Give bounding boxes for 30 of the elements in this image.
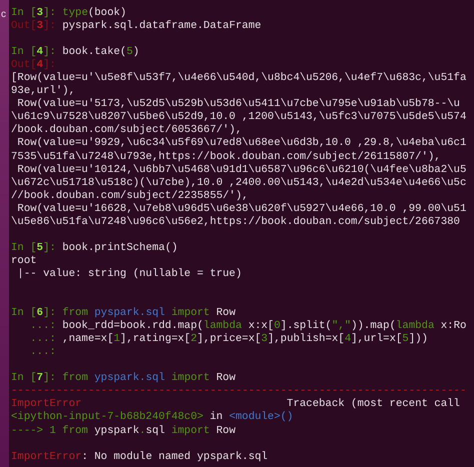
code-line: ----------------------------------------------------------------------- xyxy=(11,385,466,398)
code-line: ImportError Traceback (most recent call xyxy=(11,398,460,411)
code-line: \u5e86\u51fa\u7248\u96c6\u56e2,https://book.douban.com/subject/2667380 xyxy=(11,216,460,229)
code-line: Row(value=u'10124,\u6bb7\u5468\u91d1\u6587\u96c6\u6210(\u4fee\u8ba2\u5 xyxy=(16,164,466,177)
code-line: |-- value: string (nullable = true) xyxy=(16,268,242,281)
code-line: In [5]: book.printSchema() xyxy=(11,242,178,255)
code-line: //book.douban.com/subject/2235855/'), xyxy=(11,190,248,203)
code-line: /book.douban.com/subject/6053667/'), xyxy=(11,124,242,137)
code-line: In [3]: type(book) xyxy=(11,7,126,20)
code-line: ...: book_rdd=book.rdd.map(lambda x:x[0].split(",")).map(lambda x:Ro xyxy=(29,320,466,333)
code-line: Out[4]: xyxy=(11,59,56,72)
code-line: In [7]: from ypspark.sql import Row xyxy=(11,372,236,386)
code-line: Row(value=u'16628,\u7eb8\u96d5\u6e38\u620f\u5927\u4e66,10.0 ,99.00\u51 xyxy=(16,202,466,216)
code-line: Row(value=u'5173,\u52d5\u529b\u53d6\u5411\u7cbe\u795e\u91ab\u5b78--\u xyxy=(16,98,460,111)
code-line: Out[3]: pyspark.sql.dataframe.DataFrame xyxy=(11,20,262,34)
code-line: root xyxy=(11,254,37,268)
code-line: ...: xyxy=(29,346,56,360)
code-line: [Row(value=u'\u5e8f\u53f7,\u4e66\u540d,\u8bc4\u5206,\u4ef7\u683c,\u51fa xyxy=(11,72,466,85)
code-line: In [6]: from pyspark.sql import Row xyxy=(11,307,236,320)
code-line: 7535\u51fa\u7248\u793e,https://book.douban.com/subject/26115807/'), xyxy=(11,150,441,164)
background-window: c xyxy=(0,0,9,467)
code-line: ...: ,name=x[1],rating=x[2],price=x[3],publish=x[4],url=x[5])) xyxy=(29,333,428,346)
code-line: 93e,url'), xyxy=(11,85,76,98)
code-line: \u672c\u51718\u518c)(\u7cbe),10.0 ,2400.00\u5143,\u4e2d\u534e\u4e66\u5c xyxy=(11,176,466,190)
code-line: <ipython-input-7-b68b240f48c0> in <module>() xyxy=(11,411,294,424)
code-line: ImportError: No module named ypspark.sql xyxy=(11,450,268,464)
code-line: In [4]: book.take(5) xyxy=(11,46,140,59)
code-line: \u61c9\u7528\u8207\u5be6\u52d9,10.0 ,1200\u5143,\u5fc3\u7075\u5de5\u574 xyxy=(11,111,466,124)
code-line: ----> 1 from ypspark.sql import Row xyxy=(11,424,236,438)
code-line: Row(value=u'9929,\u6c34\u5f69\u7ed8\u68ee\u6d3b,10.0 ,29.8,\u4eba\u6c1 xyxy=(16,137,466,151)
